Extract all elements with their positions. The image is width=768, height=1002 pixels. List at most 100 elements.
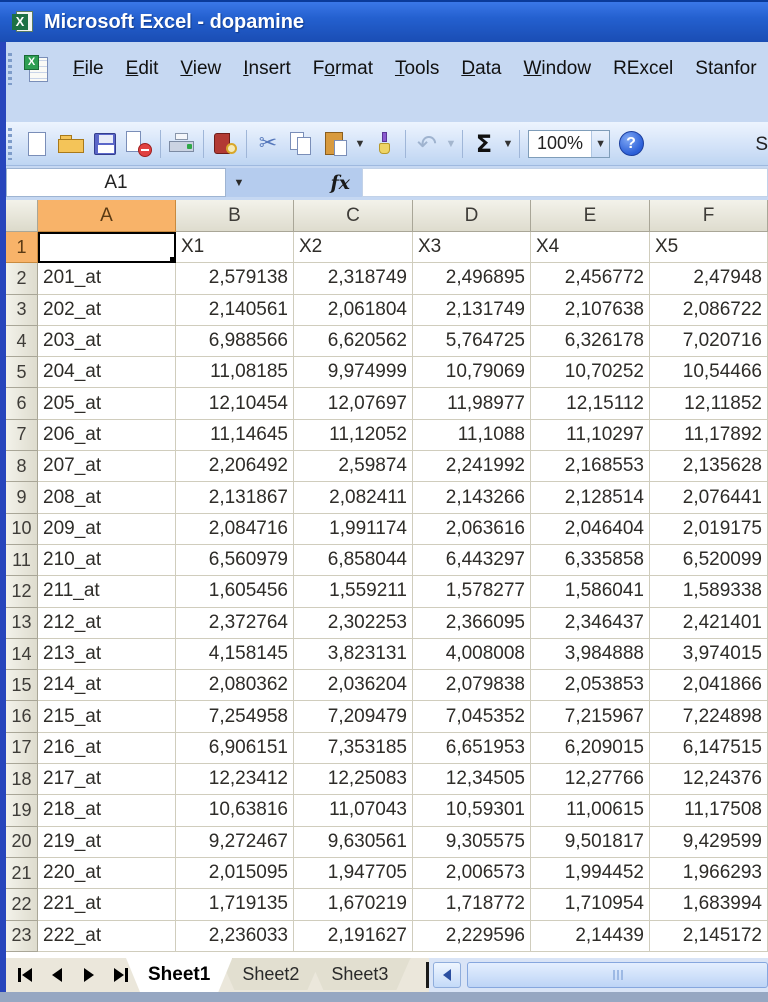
undo-dropdown-icon[interactable]: ▼	[444, 138, 458, 150]
cell-D12[interactable]: 1,578277	[413, 576, 531, 607]
cell-E9[interactable]: 2,128514	[531, 482, 650, 513]
cell-E11[interactable]: 6,335858	[531, 545, 650, 576]
horizontal-scrollbar[interactable]	[429, 958, 768, 992]
row-header-1[interactable]: 1	[6, 232, 38, 263]
column-header-f[interactable]: F	[650, 200, 768, 232]
cell-B14[interactable]: 4,158145	[176, 639, 294, 670]
paste-icon[interactable]	[319, 128, 353, 160]
cell-E19[interactable]: 11,00615	[531, 795, 650, 826]
open-icon[interactable]	[54, 128, 88, 160]
cell-E16[interactable]: 7,215967	[531, 701, 650, 732]
formula-input[interactable]	[362, 168, 768, 197]
row-header-14[interactable]: 14	[6, 639, 38, 670]
cell-C3[interactable]: 2,061804	[294, 295, 413, 326]
cell-F23[interactable]: 2,145172	[650, 921, 768, 952]
scroll-left-button[interactable]	[433, 962, 461, 988]
cell-D2[interactable]: 2,496895	[413, 263, 531, 294]
undo-icon[interactable]: ↶	[410, 128, 444, 160]
cell-F4[interactable]: 7,020716	[650, 326, 768, 357]
menu-item-stanfor[interactable]: Stanfor	[684, 54, 767, 84]
cell-C19[interactable]: 11,07043	[294, 795, 413, 826]
cell-C6[interactable]: 12,07697	[294, 388, 413, 419]
cell-F22[interactable]: 1,683994	[650, 889, 768, 920]
cell-A14[interactable]: 213_at	[38, 639, 176, 670]
first-sheet-button[interactable]	[14, 965, 36, 985]
cell-D6[interactable]: 11,98977	[413, 388, 531, 419]
cell-E7[interactable]: 11,10297	[531, 420, 650, 451]
cell-D19[interactable]: 10,59301	[413, 795, 531, 826]
cell-D7[interactable]: 11,1088	[413, 420, 531, 451]
row-header-17[interactable]: 17	[6, 733, 38, 764]
cell-A19[interactable]: 218_at	[38, 795, 176, 826]
cell-D13[interactable]: 2,366095	[413, 608, 531, 639]
cell-B3[interactable]: 2,140561	[176, 295, 294, 326]
insert-function-button[interactable]: fx	[252, 168, 362, 197]
previous-sheet-button[interactable]	[46, 965, 68, 985]
cell-A4[interactable]: 203_at	[38, 326, 176, 357]
cell-C1[interactable]: X2	[294, 232, 413, 263]
zoom-dropdown-icon[interactable]: ▼	[591, 131, 609, 157]
cell-E13[interactable]: 2,346437	[531, 608, 650, 639]
menu-drag-handle-icon[interactable]	[8, 53, 12, 85]
cell-A22[interactable]: 221_at	[38, 889, 176, 920]
cell-A2[interactable]: 201_at	[38, 263, 176, 294]
row-header-8[interactable]: 8	[6, 451, 38, 482]
cell-B8[interactable]: 2,206492	[176, 451, 294, 482]
cell-B20[interactable]: 9,272467	[176, 827, 294, 858]
cell-D8[interactable]: 2,241992	[413, 451, 531, 482]
cell-A15[interactable]: 214_at	[38, 670, 176, 701]
zoom-combo[interactable]: 100% ▼	[528, 130, 610, 158]
cell-A5[interactable]: 204_at	[38, 357, 176, 388]
cell-D20[interactable]: 9,305575	[413, 827, 531, 858]
cell-E21[interactable]: 1,994452	[531, 858, 650, 889]
row-header-4[interactable]: 4	[6, 326, 38, 357]
row-header-10[interactable]: 10	[6, 514, 38, 545]
cell-D15[interactable]: 2,079838	[413, 670, 531, 701]
cell-C21[interactable]: 1,947705	[294, 858, 413, 889]
cell-E14[interactable]: 3,984888	[531, 639, 650, 670]
name-box[interactable]: A1	[6, 168, 226, 197]
cell-C2[interactable]: 2,318749	[294, 263, 413, 294]
format-painter-icon[interactable]	[367, 128, 401, 160]
cell-C12[interactable]: 1,559211	[294, 576, 413, 607]
menu-item-edit[interactable]: Edit	[115, 54, 170, 84]
row-header-11[interactable]: 11	[6, 545, 38, 576]
name-box-dropdown-icon[interactable]: ▼	[226, 168, 252, 197]
cell-C11[interactable]: 6,858044	[294, 545, 413, 576]
scrollbar-thumb[interactable]	[467, 962, 768, 988]
cell-F17[interactable]: 6,147515	[650, 733, 768, 764]
cell-D9[interactable]: 2,143266	[413, 482, 531, 513]
cell-C13[interactable]: 2,302253	[294, 608, 413, 639]
cell-F5[interactable]: 10,54466	[650, 357, 768, 388]
cell-A13[interactable]: 212_at	[38, 608, 176, 639]
cell-B7[interactable]: 11,14645	[176, 420, 294, 451]
cell-E4[interactable]: 6,326178	[531, 326, 650, 357]
row-header-18[interactable]: 18	[6, 764, 38, 795]
autosum-dropdown-icon[interactable]: ▼	[501, 138, 515, 150]
cell-D17[interactable]: 6,651953	[413, 733, 531, 764]
zoom-value[interactable]: 100%	[529, 133, 591, 154]
column-header-b[interactable]: B	[176, 200, 294, 232]
cell-B13[interactable]: 2,372764	[176, 608, 294, 639]
cell-E3[interactable]: 2,107638	[531, 295, 650, 326]
cell-C16[interactable]: 7,209479	[294, 701, 413, 732]
cell-F19[interactable]: 11,17508	[650, 795, 768, 826]
cell-D21[interactable]: 2,006573	[413, 858, 531, 889]
sheet-tab-sheet1[interactable]: Sheet1	[126, 958, 232, 992]
cell-D11[interactable]: 6,443297	[413, 545, 531, 576]
cell-D3[interactable]: 2,131749	[413, 295, 531, 326]
menu-item-insert[interactable]: Insert	[232, 54, 302, 84]
paste-dropdown-icon[interactable]: ▼	[353, 138, 367, 150]
cell-A6[interactable]: 205_at	[38, 388, 176, 419]
last-sheet-button[interactable]	[110, 965, 132, 985]
cell-D23[interactable]: 2,229596	[413, 921, 531, 952]
cell-E5[interactable]: 10,70252	[531, 357, 650, 388]
cell-B19[interactable]: 10,63816	[176, 795, 294, 826]
row-header-6[interactable]: 6	[6, 388, 38, 419]
cell-F21[interactable]: 1,966293	[650, 858, 768, 889]
cell-F10[interactable]: 2,019175	[650, 514, 768, 545]
sheet-tab-sheet3[interactable]: Sheet3	[309, 958, 410, 990]
research-icon[interactable]	[208, 128, 242, 160]
cell-D1[interactable]: X3	[413, 232, 531, 263]
cell-B15[interactable]: 2,080362	[176, 670, 294, 701]
